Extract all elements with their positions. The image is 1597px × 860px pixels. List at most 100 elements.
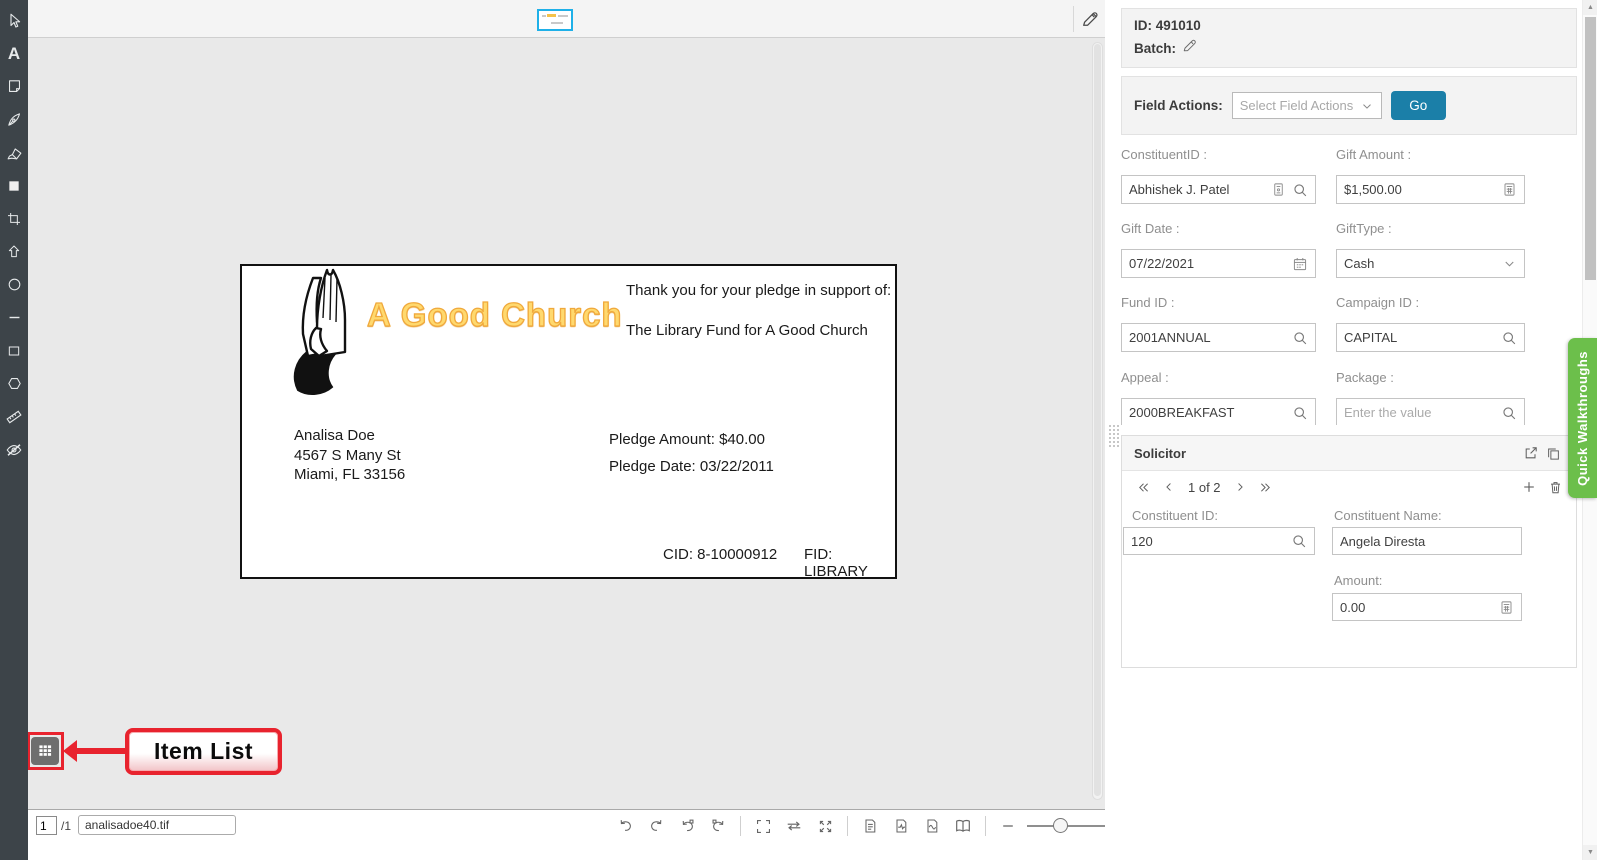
rectangle-icon[interactable] — [0, 334, 28, 367]
pledge-amount-line: Pledge Amount: $40.00 — [609, 431, 765, 448]
gift-amount-input[interactable] — [1344, 182, 1496, 197]
item-list-callout-label: Item List — [154, 738, 253, 765]
page-number-input[interactable] — [36, 816, 57, 835]
solicitor-record-nav: 1 of 2 — [1122, 471, 1576, 503]
package-input[interactable] — [1344, 405, 1495, 420]
delete-record-icon[interactable] — [1544, 476, 1566, 498]
fit-width-icon[interactable] — [782, 814, 806, 838]
package-field[interactable] — [1336, 398, 1525, 425]
toolbar-divider — [740, 816, 741, 836]
text-tool-icon[interactable]: A — [0, 37, 28, 70]
search-icon — [1292, 182, 1308, 198]
thumbnail-line — [558, 15, 568, 17]
campaign-id-input[interactable] — [1344, 330, 1495, 345]
solicitor-constituent-name-field[interactable] — [1332, 527, 1522, 555]
batch-edit-pencil-icon[interactable] — [1182, 38, 1197, 58]
address-line: Miami, FL 33156 — [294, 465, 405, 485]
solicitor-amount-input[interactable] — [1340, 600, 1493, 615]
circle-icon[interactable] — [0, 268, 28, 301]
note-icon[interactable] — [0, 70, 28, 103]
document-wave-icon[interactable] — [920, 814, 944, 838]
scrollbar-down-arrow[interactable]: ▼ — [1583, 845, 1597, 860]
filename-input[interactable] — [78, 815, 236, 835]
zoom-slider[interactable] — [1027, 814, 1115, 838]
gift-type-value: Cash — [1344, 256, 1374, 271]
pen-icon[interactable] — [0, 103, 28, 136]
zoom-slider-track[interactable] — [1027, 825, 1115, 827]
solicitor-constituent-id-input[interactable] — [1131, 534, 1285, 549]
highlighter-icon[interactable] — [0, 136, 28, 169]
zoom-slider-knob[interactable] — [1053, 818, 1068, 833]
document-pulse-icon[interactable] — [889, 814, 913, 838]
undo-icon[interactable] — [613, 814, 637, 838]
previous-record-icon[interactable] — [1158, 476, 1180, 498]
go-button[interactable]: Go — [1391, 91, 1446, 120]
thumbnail-line — [542, 15, 546, 17]
viewer-vertical-scrollbar[interactable] — [1092, 42, 1103, 800]
edit-pencil-icon[interactable] — [1078, 8, 1102, 30]
page-thumbnail-navigator[interactable] — [537, 9, 573, 31]
quick-walkthroughs-tab[interactable]: Quick Walkthroughs — [1568, 338, 1597, 498]
fit-screen-icon[interactable] — [813, 814, 837, 838]
zoom-out-icon[interactable] — [996, 814, 1020, 838]
fund-id-field-label: Fund ID : — [1121, 295, 1174, 310]
fund-id-input[interactable] — [1129, 330, 1286, 345]
fit-page-icon[interactable] — [751, 814, 775, 838]
solicitor-constituent-id-field[interactable] — [1123, 527, 1315, 555]
gift-type-select[interactable]: Cash — [1336, 249, 1525, 278]
address-line: 4567 S Many St — [294, 446, 405, 466]
cursor-icon[interactable] — [0, 4, 28, 37]
field-actions-label: Field Actions: — [1134, 98, 1223, 113]
hexagon-icon[interactable] — [0, 367, 28, 400]
field-actions-section: Field Actions: Select Field Actions Go — [1121, 76, 1577, 135]
solicitor-constituent-name-input[interactable] — [1340, 534, 1514, 549]
panel-scrollbar-thumb[interactable] — [1585, 17, 1596, 280]
line-icon[interactable] — [0, 301, 28, 334]
next-record-icon[interactable] — [1229, 476, 1251, 498]
viewer-scrollbar-thumb[interactable] — [1094, 44, 1101, 796]
copy-icon[interactable] — [1542, 442, 1564, 464]
crop-icon[interactable] — [0, 202, 28, 235]
data-entry-panel: ID: 491010 Batch: Field Actions: Select … — [1105, 0, 1597, 860]
solicitor-amount-field[interactable] — [1332, 593, 1522, 621]
redo-icon[interactable] — [644, 814, 668, 838]
record-id-section: ID: 491010 Batch: — [1121, 8, 1577, 68]
filled-square-icon[interactable] — [0, 169, 28, 202]
constituent-id-field[interactable] — [1121, 175, 1316, 204]
gift-fields-area: ConstituentID : Gift Amount : Gift Date … — [1105, 135, 1597, 425]
campaign-id-field[interactable] — [1336, 323, 1525, 352]
viewer-toolbar-icons — [613, 813, 1146, 839]
fund-id-field[interactable] — [1121, 323, 1316, 352]
gift-date-input[interactable] — [1129, 256, 1286, 271]
campaign-id-field-label: Campaign ID : — [1336, 295, 1419, 310]
constituent-id-field-label: ConstituentID : — [1121, 147, 1207, 162]
gift-type-field-label: GiftType : — [1336, 221, 1392, 236]
viewer-bottom-bar: /1 — [28, 809, 1105, 841]
scrollbar-up-arrow[interactable]: ▲ — [1583, 0, 1597, 15]
thank-you-line: Thank you for your pledge in support of: — [626, 282, 891, 299]
ruler-icon[interactable] — [0, 400, 28, 433]
open-in-window-icon[interactable] — [1520, 442, 1542, 464]
two-page-view-icon[interactable] — [951, 814, 975, 838]
appeal-input[interactable] — [1129, 405, 1286, 420]
rotate-left-icon[interactable] — [675, 814, 699, 838]
record-id-label: ID: 491010 — [1134, 18, 1564, 33]
appeal-field-label: Appeal : — [1121, 370, 1169, 385]
church-name-title: A Good Church — [367, 296, 623, 334]
first-record-icon[interactable] — [1132, 476, 1154, 498]
last-record-icon[interactable] — [1255, 476, 1277, 498]
eye-off-icon[interactable] — [0, 433, 28, 466]
gift-date-field[interactable] — [1121, 249, 1316, 278]
arrow-up-icon[interactable] — [0, 235, 28, 268]
package-field-label: Package : — [1336, 370, 1394, 385]
rotate-right-icon[interactable] — [706, 814, 730, 838]
appeal-field[interactable] — [1121, 398, 1316, 425]
scanned-document: A Good Church Thank you for your pledge … — [240, 264, 897, 579]
constituent-id-input[interactable] — [1129, 182, 1265, 197]
gift-amount-field[interactable] — [1336, 175, 1525, 204]
add-record-icon[interactable] — [1518, 476, 1540, 498]
field-actions-select[interactable]: Select Field Actions — [1232, 92, 1382, 119]
document-text-icon[interactable] — [858, 814, 882, 838]
topbar-divider — [1073, 6, 1074, 32]
toolbar-divider — [847, 816, 848, 836]
